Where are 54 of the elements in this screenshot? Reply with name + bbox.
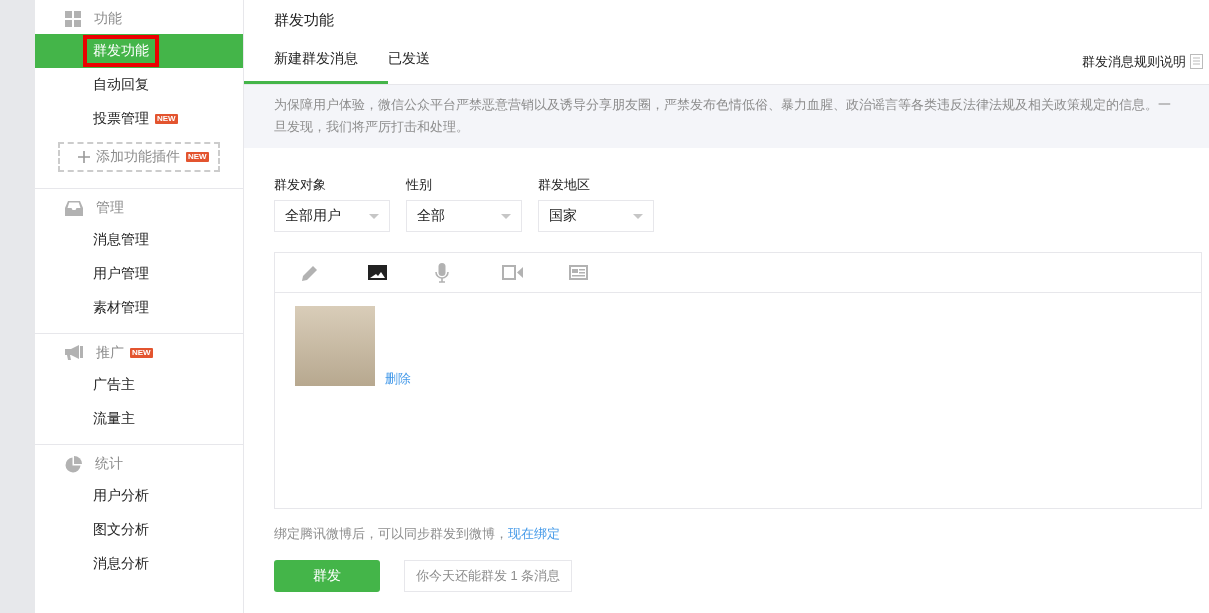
pie-chart-icon bbox=[65, 455, 82, 473]
filter-label: 群发地区 bbox=[538, 176, 591, 194]
nav-label: 自动回复 bbox=[93, 76, 149, 94]
inbox-icon bbox=[65, 200, 83, 216]
rules-link[interactable]: 群发消息规则说明 bbox=[1082, 52, 1186, 71]
filter-label: 群发对象 bbox=[274, 176, 327, 194]
nav-item[interactable]: 广告主 bbox=[35, 368, 243, 402]
plus-icon bbox=[78, 151, 90, 163]
caret-icon bbox=[501, 213, 511, 219]
nav-item[interactable]: 流量主 bbox=[35, 402, 243, 436]
add-plugin-button[interactable]: 添加功能插件 NEW bbox=[58, 142, 220, 172]
nav-item[interactable]: 自动回复 bbox=[35, 68, 243, 102]
section-title: 统计 bbox=[95, 455, 123, 473]
nav-label: 投票管理 bbox=[93, 110, 149, 128]
bind-hint-text: 绑定腾讯微博后，可以同步群发到微博，现在绑定 bbox=[273, 525, 561, 543]
microphone-icon bbox=[435, 262, 449, 283]
nav-item[interactable]: 消息管理 bbox=[35, 223, 243, 257]
section-title: 推广 bbox=[96, 344, 124, 362]
page-title: 群发功能 bbox=[273, 10, 335, 30]
nav-item[interactable]: 用户管理 bbox=[35, 257, 243, 291]
nav-label: 素材管理 bbox=[93, 299, 149, 317]
new-badge: NEW bbox=[186, 152, 209, 162]
caret-icon bbox=[633, 213, 643, 219]
tab[interactable]: 已发送 bbox=[388, 39, 460, 84]
nav-label: 图文分析 bbox=[93, 521, 149, 539]
grid-icon bbox=[65, 11, 81, 27]
article-icon bbox=[569, 265, 588, 280]
nav-label: 流量主 bbox=[93, 410, 135, 428]
nav-item[interactable]: 投票管理 NEW bbox=[35, 102, 243, 136]
video-camera-icon bbox=[502, 265, 523, 280]
dropdown[interactable]: 全部 bbox=[406, 200, 522, 232]
new-badge: NEW bbox=[155, 114, 178, 124]
dropdown[interactable]: 国家 bbox=[538, 200, 654, 232]
pencil-icon bbox=[301, 263, 319, 282]
nav-item[interactable]: 图文分析 bbox=[35, 513, 243, 547]
nav-label: 用户管理 bbox=[93, 265, 149, 283]
quota-tooltip: 你今天还能群发 1 条消息 bbox=[404, 560, 573, 592]
image-icon bbox=[368, 265, 387, 280]
section-title: 功能 bbox=[94, 10, 122, 28]
nav-label: 广告主 bbox=[93, 376, 135, 394]
notice-text: 为保障用户体验，微信公众平台严禁恶意营销以及诱导分享朋友圈，严禁发布色情低俗、暴力血腥、政治谣言等各类违反法律法规及相关政策规定的信息。一旦发现，我们将严厉打击和处理。 bbox=[244, 85, 1209, 148]
nav-item[interactable]: 用户分析 bbox=[35, 479, 243, 513]
nav-label: 消息管理 bbox=[93, 231, 149, 249]
dropdown[interactable]: 全部用户 bbox=[274, 200, 390, 232]
nav-label: 消息分析 bbox=[93, 555, 149, 573]
new-badge: NEW bbox=[130, 348, 153, 358]
document-icon bbox=[1190, 54, 1203, 69]
filter-label: 性别 bbox=[406, 176, 433, 194]
section-title: 管理 bbox=[96, 199, 124, 217]
megaphone-icon bbox=[65, 345, 83, 361]
nav-item[interactable]: 素材管理 bbox=[35, 291, 243, 325]
nav-item[interactable]: 消息分析 bbox=[35, 547, 243, 581]
caret-icon bbox=[369, 213, 379, 219]
nav-label: 用户分析 bbox=[93, 487, 149, 505]
